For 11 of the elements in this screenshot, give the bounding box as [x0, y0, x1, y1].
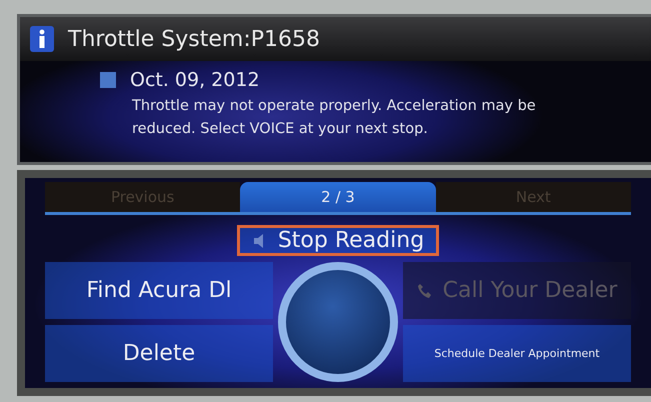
- square-icon: [100, 72, 116, 88]
- page-tab[interactable]: 2 / 3: [240, 182, 436, 212]
- info-icon: [30, 26, 54, 52]
- message-date: Oct. 09, 2012: [130, 69, 260, 91]
- menu-button[interactable]: Schedule Dealer Appointment: [403, 325, 631, 382]
- message-title: Throttle System:P1658: [68, 26, 320, 52]
- phone-icon: [416, 282, 433, 298]
- menu-button[interactable]: Stop Reading: [236, 225, 440, 256]
- message-text: Throttle may not operate properly. Acceleration may be reduced. Select VOICE at your next stop.: [132, 97, 537, 139]
- menu-button[interactable]: Delete: [45, 325, 273, 382]
- menu-button[interactable]: Find Acura Dl: [45, 262, 273, 319]
